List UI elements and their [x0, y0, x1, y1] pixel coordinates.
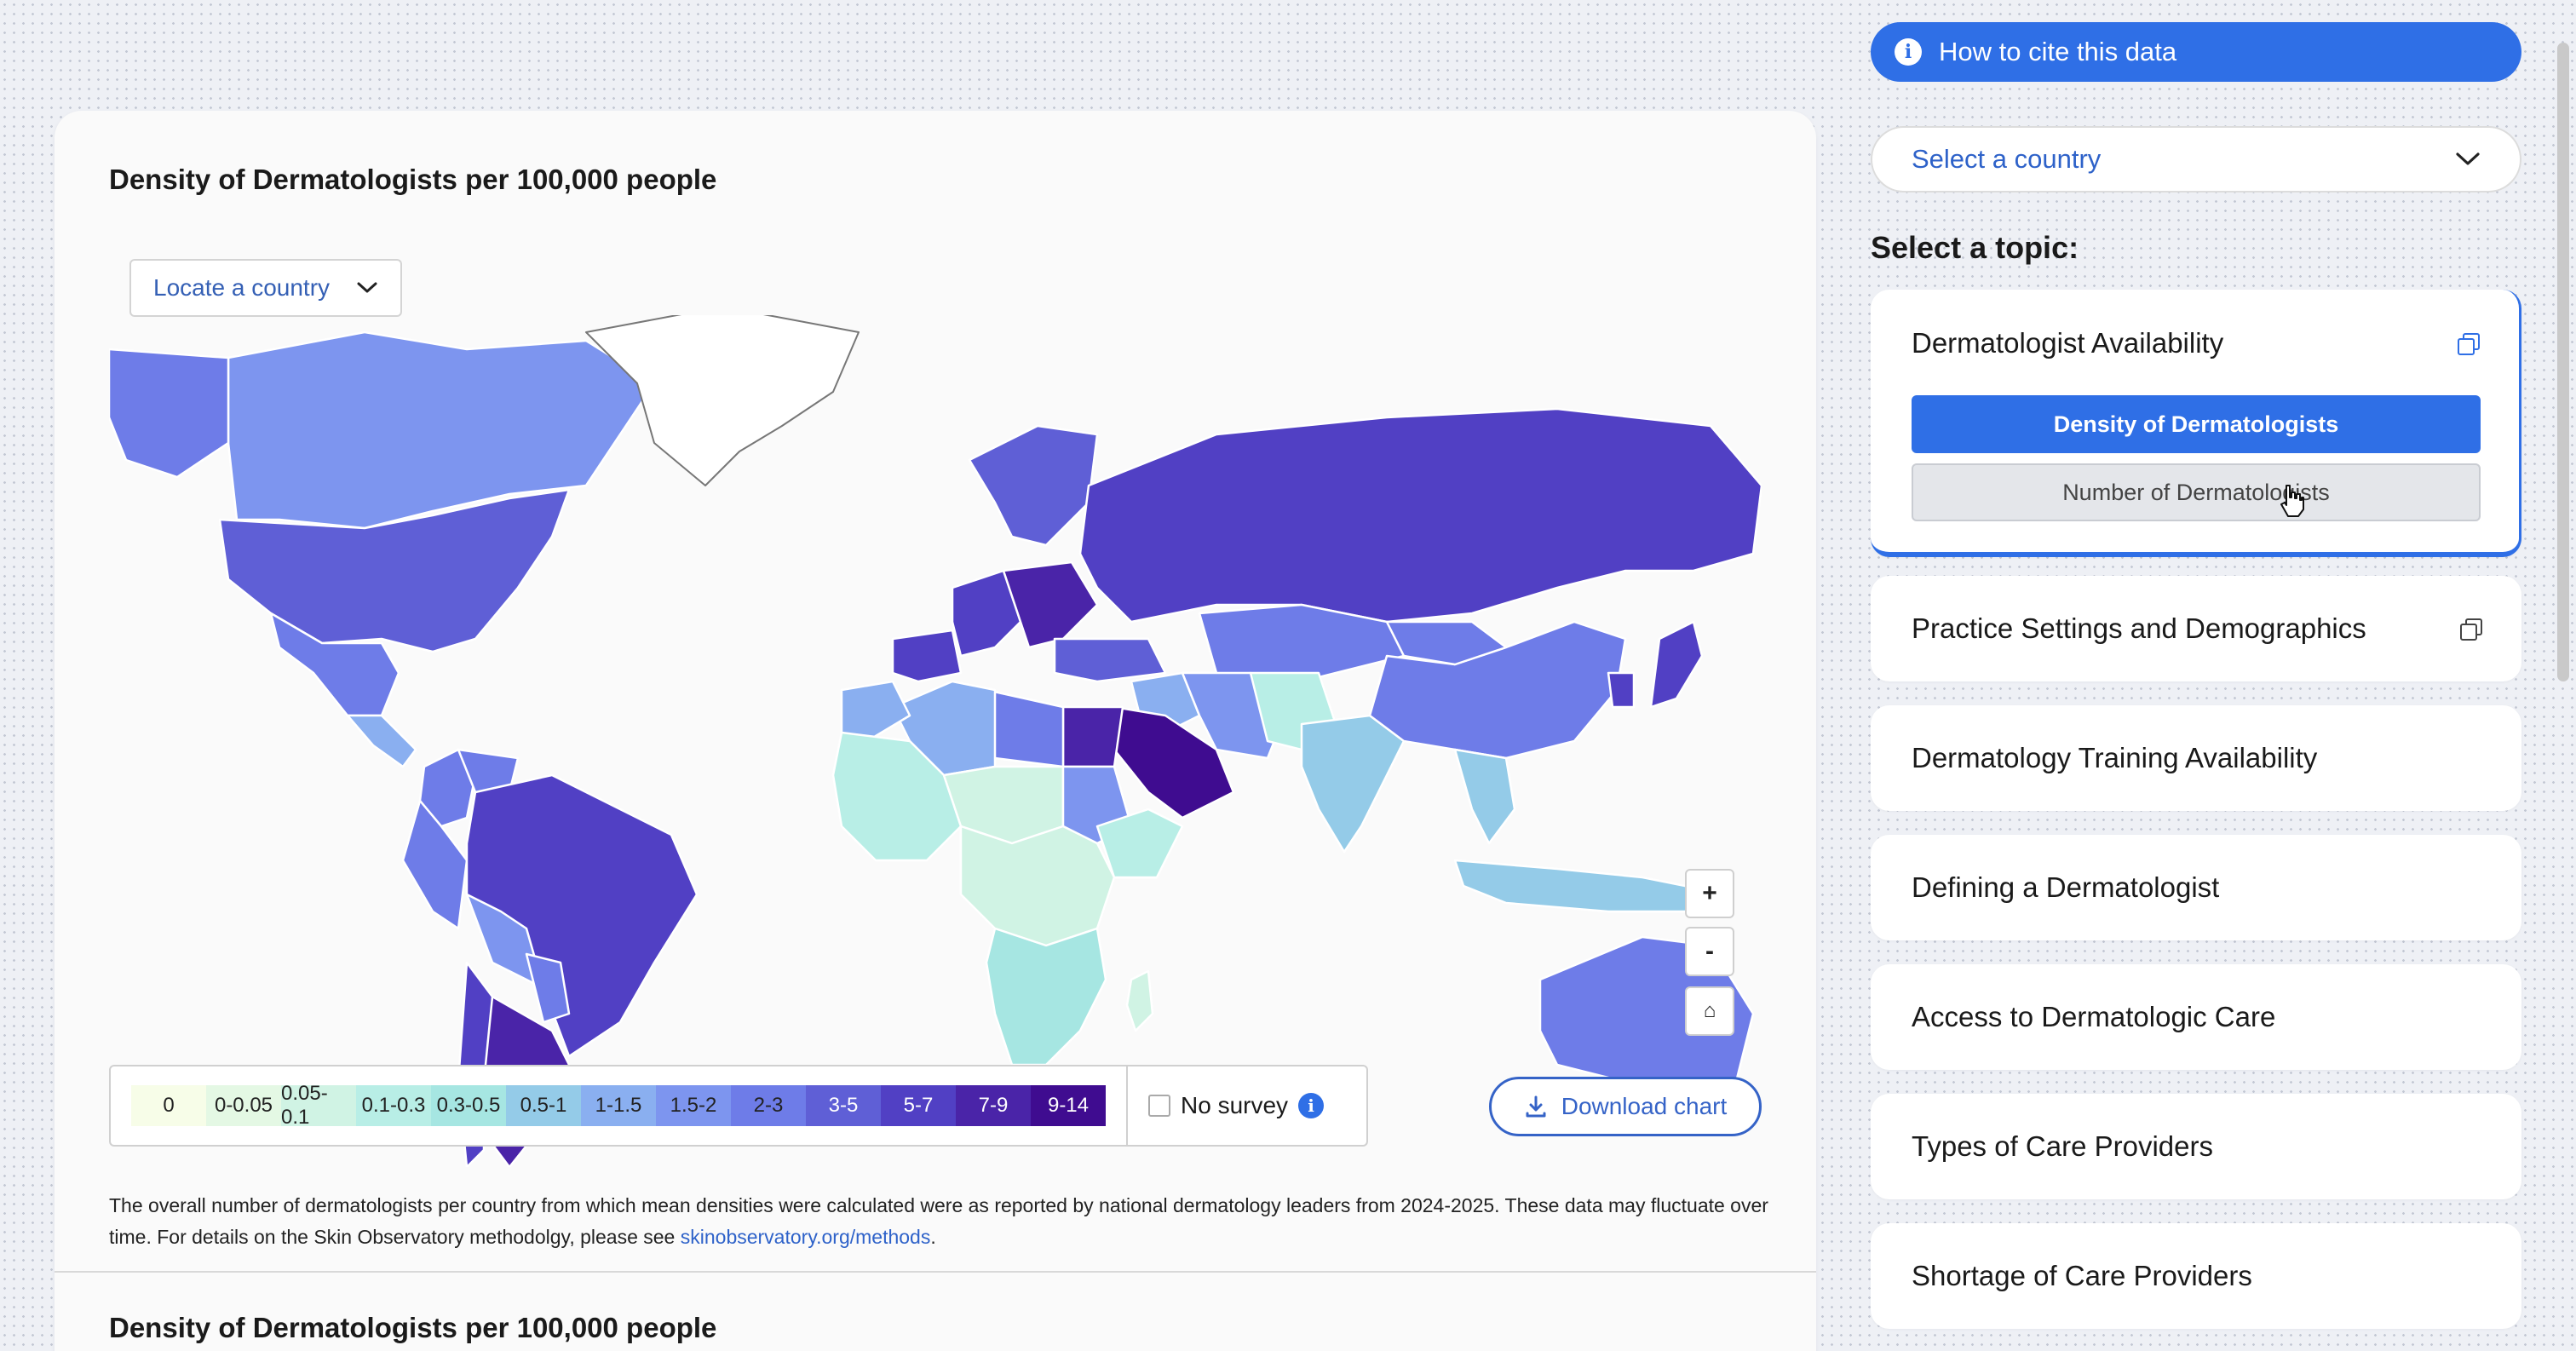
no-survey-legend: No survey i — [1148, 1092, 1325, 1119]
topic-label: Shortage of Care Providers — [1912, 1260, 2252, 1291]
country-region[interactable] — [1649, 620, 1704, 709]
country-region[interactable] — [891, 629, 963, 683]
download-icon — [1526, 1095, 1546, 1118]
hand-cursor-icon — [2280, 485, 2304, 517]
legend-bin: 5-7 — [881, 1085, 956, 1126]
zoom-out-button[interactable]: - — [1685, 927, 1734, 976]
methodology-footnote: The overall number of dermatologists per… — [109, 1190, 1779, 1253]
topic-training-availability[interactable]: Dermatology Training Availability — [1871, 705, 2521, 811]
country-region[interactable] — [1607, 671, 1636, 709]
topic-access-to-care[interactable]: Access to Dermatologic Care — [1871, 964, 2521, 1070]
reset-zoom-button[interactable]: ⌂ — [1685, 986, 1734, 1036]
chart-title-second: Density of Dermatologists per 100,000 pe… — [109, 1312, 717, 1343]
legend-bin: 0.3-0.5 — [431, 1085, 506, 1126]
country-region[interactable] — [1053, 637, 1167, 683]
legend-bin: 0.1-0.3 — [356, 1085, 431, 1126]
map-legend: 0 0-0.05 0.05-0.1 0.1-0.3 0.3-0.5 0.5-1 1-1.5 1… — [109, 1065, 1368, 1147]
locate-country-select[interactable]: Locate a country — [129, 259, 402, 317]
legend-bin: 2-3 — [731, 1085, 806, 1126]
legend-bin: 1.5-2 — [656, 1085, 731, 1126]
subtopic-number-button[interactable]: Number of Dermatologists — [1912, 463, 2481, 521]
topic-defining-dermatologist[interactable]: Defining a Dermatologist — [1871, 835, 2521, 940]
zoom-in-button[interactable]: + — [1685, 869, 1734, 918]
footnote-end: . — [930, 1226, 936, 1248]
world-map[interactable] — [109, 315, 1762, 1167]
country-region[interactable] — [109, 348, 230, 479]
country-region[interactable] — [1125, 969, 1154, 1032]
cite-data-label: How to cite this data — [1939, 37, 2177, 66]
topic-dermatologist-availability[interactable]: Dermatologist Availability Density of De… — [1871, 290, 2521, 557]
country-region[interactable] — [985, 688, 1065, 768]
locate-country-label: Locate a country — [153, 274, 331, 301]
info-icon: i — [1895, 38, 1922, 66]
country-region[interactable] — [227, 331, 656, 530]
country-region[interactable] — [1078, 407, 1762, 624]
topic-label: Dermatologist Availability — [1912, 327, 2224, 359]
country-region[interactable] — [346, 714, 417, 768]
legend-bin: 3-5 — [806, 1085, 881, 1126]
map-card: Density of Dermatologists per 100,000 pe… — [55, 111, 1816, 1351]
no-survey-swatch — [1148, 1095, 1170, 1117]
topic-label: Access to Dermatologic Care — [1912, 1001, 2276, 1032]
legend-bin: 0.5-1 — [506, 1085, 581, 1126]
cite-data-button[interactable]: i How to cite this data — [1871, 22, 2521, 82]
topic-label: Types of Care Providers — [1912, 1130, 2213, 1162]
footnote-text: The overall number of dermatologists per… — [109, 1194, 1768, 1248]
legend-bin: 1-1.5 — [581, 1085, 656, 1126]
topic-heading: Select a topic: — [1871, 230, 2079, 265]
methods-link[interactable]: skinobservatory.org/methods — [681, 1226, 931, 1248]
topic-shortage-of-providers[interactable]: Shortage of Care Providers — [1871, 1223, 2521, 1329]
legend-bin: 9-14 — [1031, 1085, 1106, 1126]
legend-bin: 7-9 — [956, 1085, 1031, 1126]
legend-scale: 0 0-0.05 0.05-0.1 0.1-0.3 0.3-0.5 0.5-1 1-1.5 1… — [131, 1082, 1106, 1129]
country-region[interactable] — [985, 927, 1107, 1066]
topic-types-of-providers[interactable]: Types of Care Providers — [1871, 1094, 2521, 1199]
country-region[interactable] — [968, 424, 1099, 547]
topic-label: Defining a Dermatologist — [1912, 871, 2220, 903]
country-region[interactable] — [840, 680, 911, 743]
download-chart-button[interactable]: Download chart — [1489, 1077, 1762, 1136]
page-scrollbar[interactable] — [2557, 43, 2569, 681]
country-region[interactable] — [1453, 748, 1516, 845]
legend-bin: 0.05-0.1 — [281, 1082, 356, 1129]
country-region[interactable] — [1002, 561, 1099, 649]
country-region[interactable] — [1300, 714, 1406, 854]
chevron-down-icon — [357, 282, 377, 293]
legend-bin: 0-0.05 — [206, 1085, 281, 1126]
legend-divider — [1126, 1066, 1128, 1146]
country-select[interactable]: Select a country — [1871, 126, 2521, 193]
section-divider — [55, 1271, 1816, 1273]
country-region[interactable] — [959, 825, 1116, 947]
legend-bin: 0 — [131, 1085, 206, 1126]
info-icon[interactable]: i — [1298, 1093, 1325, 1118]
subtopic-density-button[interactable]: Density of Dermatologists — [1912, 395, 2481, 453]
no-survey-label: No survey — [1181, 1092, 1289, 1118]
copy-icon[interactable] — [2458, 333, 2480, 355]
topic-label: Dermatology Training Availability — [1912, 742, 2318, 773]
copy-icon[interactable] — [2460, 618, 2482, 641]
topic-practice-settings[interactable]: Practice Settings and Demographics — [1871, 576, 2521, 681]
country-select-label: Select a country — [1912, 144, 2102, 174]
country-region[interactable] — [1061, 705, 1124, 768]
chart-title: Density of Dermatologists per 100,000 pe… — [109, 164, 717, 195]
chevron-down-icon — [2456, 152, 2480, 165]
download-chart-label: Download chart — [1561, 1093, 1728, 1119]
topic-label: Practice Settings and Demographics — [1912, 612, 2366, 644]
